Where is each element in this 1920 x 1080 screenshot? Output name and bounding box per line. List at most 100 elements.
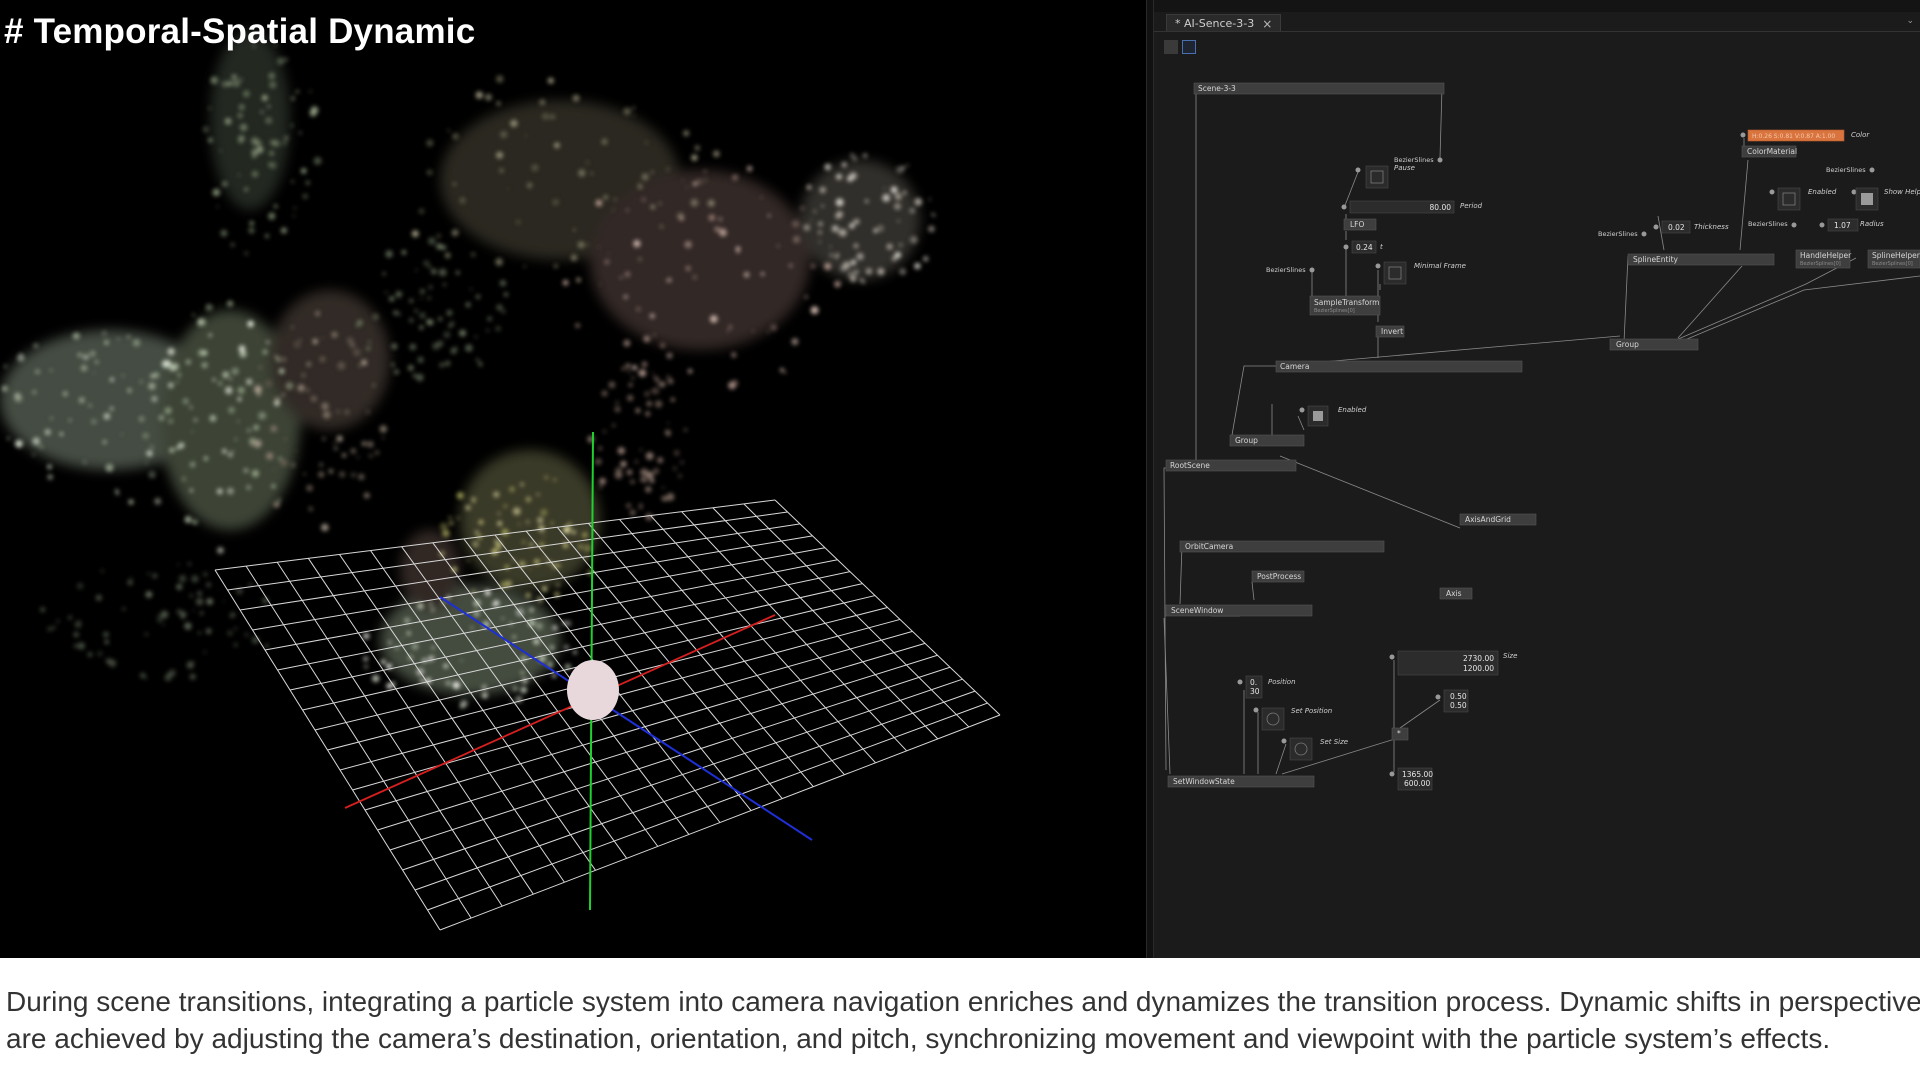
node-label: SetWindowState xyxy=(1173,777,1235,786)
node-label: SampleTransform xyxy=(1314,298,1379,307)
node-sublabel: BezierSplines[0] xyxy=(1800,261,1841,267)
grid-line xyxy=(774,499,1001,716)
node-bezier-enabled[interactable]: BezierSlines Enabled Show Help xyxy=(1769,166,1920,211)
t-output[interactable]: 0.24 t xyxy=(1343,240,1384,254)
node-label: Scene-3-3 xyxy=(1198,84,1236,93)
node-label: BezierSlines xyxy=(1748,220,1788,228)
node-camera[interactable]: Camera xyxy=(1275,360,1523,373)
node-color-material[interactable]: ColorMaterial xyxy=(1741,145,1797,158)
patch-wires xyxy=(1163,87,1920,775)
node-label: Group xyxy=(1616,340,1639,349)
node-post-process[interactable]: PostProcess xyxy=(1251,570,1305,583)
color-value: H:0.26 S:0.81 V:0.87 A:1.00 xyxy=(1752,133,1835,140)
thickness-value: 0.02 xyxy=(1668,223,1685,232)
set-position-toggle[interactable]: Set Position xyxy=(1253,707,1333,731)
node-group-right[interactable]: Group xyxy=(1609,338,1699,351)
node-label: BezierSlines xyxy=(1826,166,1866,174)
period-label: Period xyxy=(1460,202,1483,210)
position-label: Position xyxy=(1268,678,1296,686)
node-invert[interactable]: Invert xyxy=(1375,325,1405,338)
node-label: Group xyxy=(1235,436,1258,445)
node-label: AxisAndGrid xyxy=(1465,515,1511,524)
node-group-left[interactable]: Group xyxy=(1229,434,1305,447)
period-value: 80.00 xyxy=(1430,203,1452,212)
slide-caption: During scene transitions, integrating a … xyxy=(6,983,1920,1057)
size-result-output[interactable]: 1365.00 600.00 xyxy=(1389,767,1434,791)
node-bezier-pause[interactable]: BezierSlines Pause xyxy=(1355,156,1443,189)
caption-line-1: During scene transitions, integrating a … xyxy=(6,986,1920,1017)
node-label: OrbitCamera xyxy=(1185,542,1233,551)
floor-grid xyxy=(214,499,1001,931)
node-label: Camera xyxy=(1280,362,1309,371)
node-spline-entity[interactable]: SplineEntity xyxy=(1627,253,1775,266)
node-label: HandleHelper xyxy=(1800,251,1852,260)
node-multiply[interactable]: * xyxy=(1391,727,1409,741)
thickness-label: Thickness xyxy=(1694,223,1729,231)
node-label: LFO xyxy=(1350,220,1364,229)
particle-cluster xyxy=(587,363,687,521)
grid-line xyxy=(650,515,876,764)
node-root-scene[interactable]: RootScene xyxy=(1165,459,1297,472)
node-label: RootScene xyxy=(1170,461,1210,470)
node-sublabel: BezierSplines[0] xyxy=(1872,261,1913,267)
node-axis-and-grid[interactable]: AxisAndGrid xyxy=(1459,513,1537,526)
point-cloud-scene xyxy=(0,30,1001,931)
t-value: 0.24 xyxy=(1356,243,1373,252)
radius-value: 1.07 xyxy=(1834,221,1851,230)
node-label: SceneWindow xyxy=(1171,606,1223,615)
node-label: BezierSlines xyxy=(1266,266,1306,274)
size-height-value: 1200.00 xyxy=(1463,664,1494,673)
scale-input[interactable]: 0.50 0.50 xyxy=(1435,689,1469,713)
minimal-frame-label: Minimal Frame xyxy=(1414,262,1466,270)
color-input[interactable]: H:0.26 S:0.81 V:0.87 A:1.00 Color xyxy=(1740,129,1871,142)
size-label: Size xyxy=(1503,652,1517,660)
node-label: BezierSlines xyxy=(1598,230,1638,238)
3d-viewport[interactable]: # Temporal-Spatial Dynamic xyxy=(0,0,1146,958)
caption-line-2: are achieved by adjusting the camera’s d… xyxy=(6,1023,1831,1054)
node-handle-helper[interactable]: HandleHelper BezierSplines[0] xyxy=(1795,249,1852,269)
patch-canvas[interactable]: Scene-3-3 BezierSlines Pause 80.00 Perio… xyxy=(1154,0,1920,958)
minimal-frame-toggle[interactable] xyxy=(1383,261,1407,285)
pause-toggle[interactable] xyxy=(1365,165,1389,189)
slide-title: # Temporal-Spatial Dynamic xyxy=(4,12,476,51)
node-label: BezierSlines xyxy=(1394,156,1434,164)
result-width-value: 1365.00 xyxy=(1402,770,1433,779)
node-lfo[interactable]: LFO xyxy=(1343,218,1377,231)
node-set-window-state[interactable]: SetWindowState xyxy=(1167,775,1315,788)
node-axis[interactable]: Axis xyxy=(1439,587,1473,600)
camera-enabled-toggle[interactable]: Enabled xyxy=(1299,405,1367,427)
node-graph-editor[interactable]: * AI-Sence-3-3 × ⌄ Scene-3-3 BezierSline… xyxy=(1154,0,1920,958)
radius-label: Radius xyxy=(1860,220,1884,228)
color-label: Color xyxy=(1851,131,1870,139)
result-height-value: 600.00 xyxy=(1404,779,1430,788)
position-x-value: 0. xyxy=(1250,678,1257,687)
scale-x-value: 0.50 xyxy=(1450,692,1467,701)
panel-divider[interactable] xyxy=(1146,0,1154,958)
pause-label: Pause xyxy=(1394,164,1415,172)
node-label: SplineHelper xyxy=(1872,251,1920,260)
set-position-label: Set Position xyxy=(1291,707,1332,715)
node-label: Axis xyxy=(1446,589,1462,598)
size-input[interactable]: 2730.00 1200.00 Size xyxy=(1389,650,1518,676)
node-bezier-sample[interactable]: BezierSlines Minimal Frame xyxy=(1266,261,1466,285)
node-scene-window[interactable]: SceneWindow xyxy=(1165,604,1313,617)
position-input[interactable]: 0. 30 Position xyxy=(1237,675,1296,699)
period-input[interactable]: 80.00 Period xyxy=(1341,200,1483,214)
enabled-toggle[interactable] xyxy=(1777,187,1801,211)
node-bezier-thickness[interactable]: BezierSlines 0.02 Thickness xyxy=(1598,220,1729,238)
size-width-value: 2730.00 xyxy=(1463,654,1494,663)
node-label: * xyxy=(1397,729,1401,738)
enabled-label: Enabled xyxy=(1338,406,1367,414)
scale-y-value: 0.50 xyxy=(1450,701,1467,710)
grid-line xyxy=(414,690,976,891)
node-bezier-radius[interactable]: BezierSlines 1.07 Radius xyxy=(1748,218,1884,232)
node-orbit-camera[interactable]: OrbitCamera xyxy=(1179,540,1385,553)
camera-target-sphere xyxy=(567,660,619,720)
t-label: t xyxy=(1380,243,1383,251)
node-label: ColorMaterial xyxy=(1747,147,1797,156)
node-sublabel: BezierSplines[0] xyxy=(1314,308,1355,314)
node-scene-3-3[interactable]: Scene-3-3 xyxy=(1193,82,1445,95)
node-spline-helper[interactable]: SplineHelper BezierSplines[0] xyxy=(1867,249,1920,269)
grid-line xyxy=(402,678,963,871)
node-sample-transform[interactable]: SampleTransform BezierSplines[0] xyxy=(1309,295,1381,316)
